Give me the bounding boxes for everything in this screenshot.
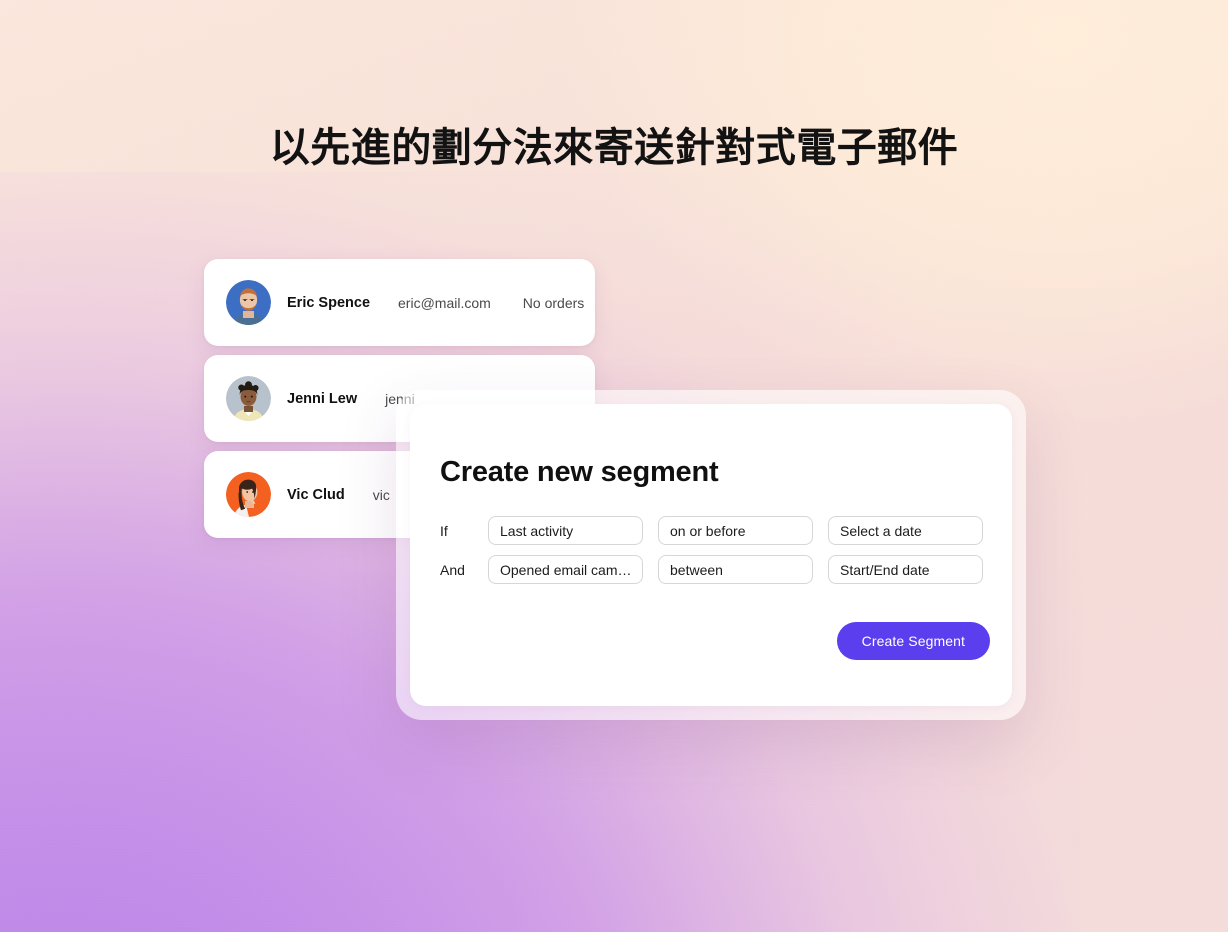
create-segment-button[interactable]: Create Segment — [836, 622, 990, 660]
contact-card[interactable]: Eric Spence eric@mail.com No orders — [204, 259, 595, 346]
condition-operator-select[interactable]: between — [658, 555, 813, 584]
contact-email: eric@mail.com — [398, 294, 491, 311]
avatar-vic-clud — [226, 472, 271, 517]
page-headline: 以先進的劃分法來寄送針對式電子郵件 — [269, 125, 959, 171]
modal-title: Create new segment — [440, 456, 719, 488]
create-segment-modal-panel: Create new segment If Last activity on o… — [410, 404, 1012, 706]
segment-condition-row: And Opened email cam… between Start/End … — [440, 555, 1000, 584]
create-segment-modal: Create new segment If Last activity on o… — [396, 390, 1026, 720]
segment-condition-row: If Last activity on or before Select a d… — [440, 516, 1000, 545]
contact-name: Jenni Lew — [287, 390, 358, 407]
condition-attribute-select[interactable]: Last activity — [488, 516, 643, 545]
condition-attribute-select[interactable]: Opened email cam… — [488, 555, 643, 584]
condition-date-input[interactable]: Select a date — [828, 516, 983, 545]
contact-email: vic — [372, 486, 390, 503]
contact-name: Vic Clud — [287, 486, 345, 503]
avatar-jenni-lew — [226, 376, 271, 421]
condition-conjunction-label: If — [440, 522, 448, 539]
condition-date-input[interactable]: Start/End date — [828, 555, 983, 584]
condition-operator-select[interactable]: on or before — [658, 516, 813, 545]
avatar-eric-spence — [226, 280, 271, 325]
contact-name: Eric Spence — [287, 294, 371, 311]
contact-orders: No orders — [522, 294, 585, 311]
condition-conjunction-label: And — [440, 561, 465, 578]
